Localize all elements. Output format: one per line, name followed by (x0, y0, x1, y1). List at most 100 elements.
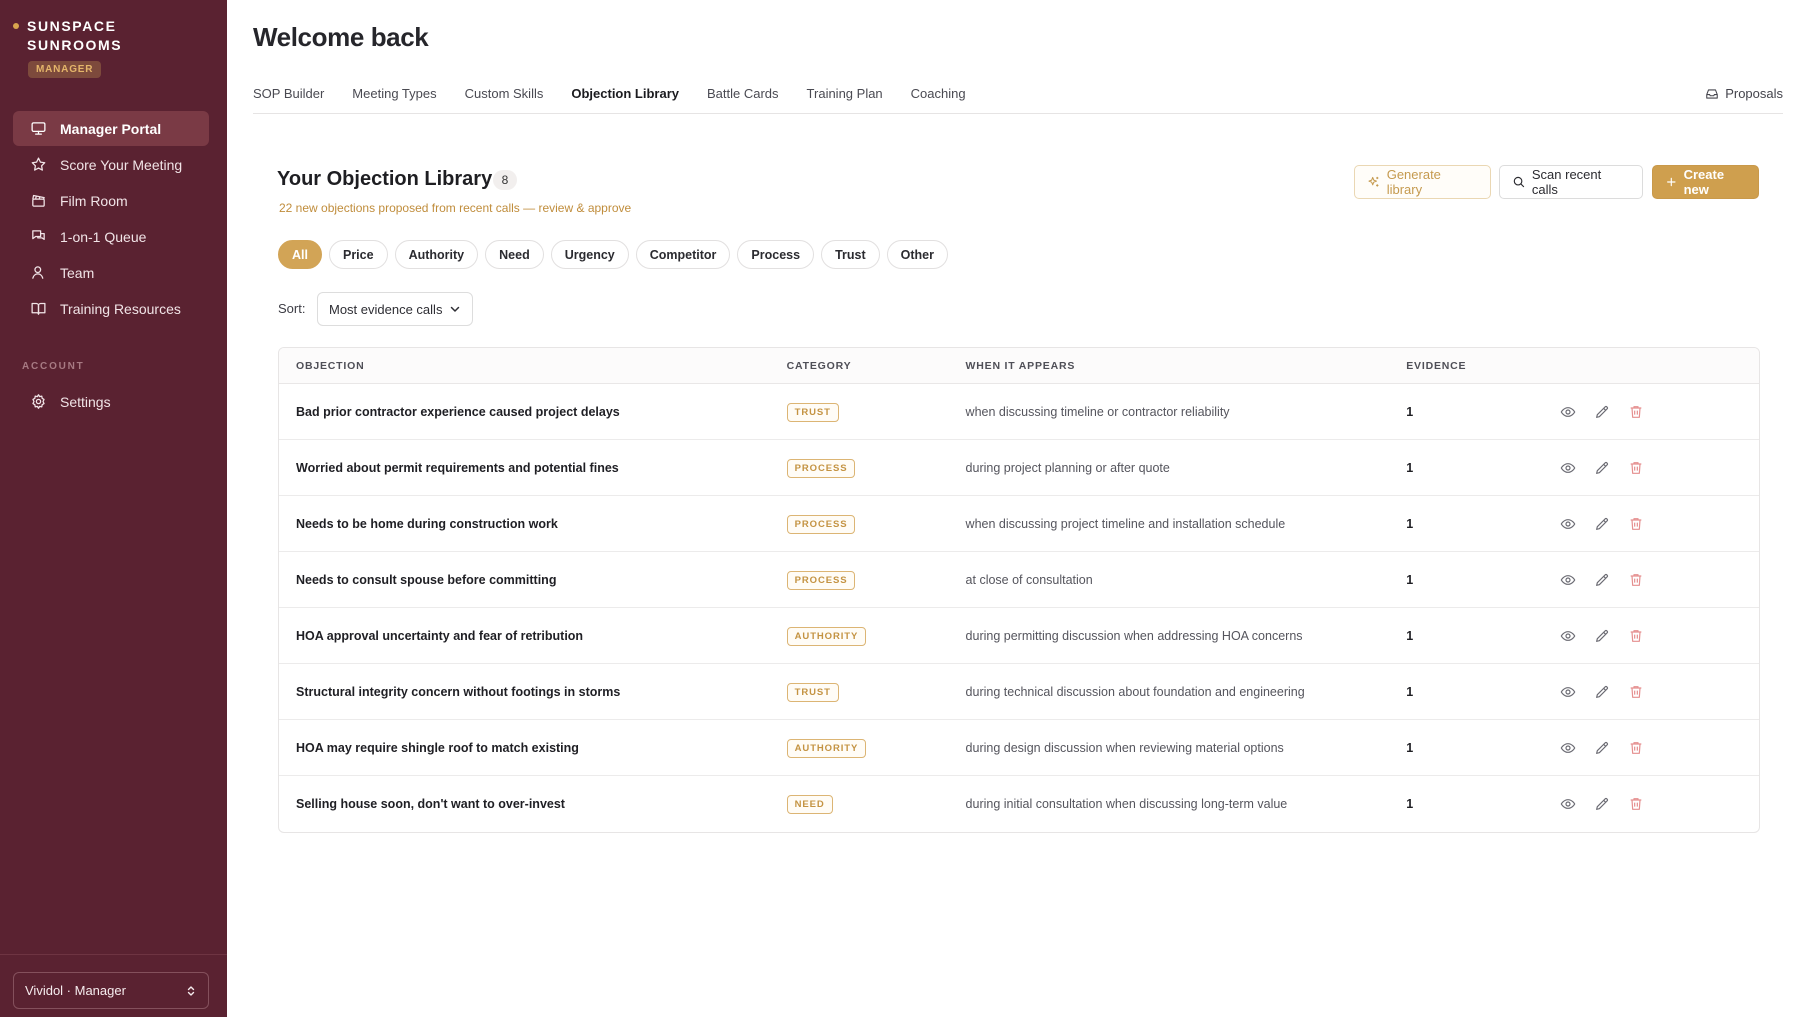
filter-chip-authority[interactable]: Authority (394, 240, 479, 269)
delete-button[interactable] (1627, 571, 1645, 589)
eye-icon (1560, 630, 1576, 641)
delete-button[interactable] (1627, 515, 1645, 533)
pencil-icon (1596, 573, 1609, 586)
objection-text: Selling house soon, don't want to over-i… (296, 797, 565, 811)
category-badge: TRUST (786, 682, 839, 702)
sidebar-item-label: Manager Portal (60, 120, 162, 137)
tab-coaching[interactable]: Coaching (911, 84, 966, 114)
page-title: Welcome back (253, 22, 429, 52)
filter-chip-process[interactable]: Process (737, 240, 815, 269)
view-button[interactable] (1559, 683, 1577, 701)
tab-divider (253, 113, 1783, 114)
tab-meeting-types[interactable]: Meeting Types (352, 84, 436, 114)
view-button[interactable] (1559, 459, 1577, 477)
objection-text: Bad prior contractor experience caused p… (296, 404, 620, 419)
search-icon (1513, 176, 1525, 188)
filter-chip-competitor[interactable]: Competitor (635, 240, 731, 269)
sidebar-item-1on1-queue[interactable]: 1-on-1 Queue (13, 219, 209, 254)
view-button[interactable] (1559, 627, 1577, 645)
account-section-label: ACCOUNT (22, 361, 85, 372)
table-header: OBJECTION CATEGORY WHEN IT APPEARS EVIDE… (279, 348, 1759, 384)
objection-text: Worried about permit requirements and po… (296, 460, 619, 475)
filter-chip-price[interactable]: Price (328, 240, 388, 269)
tab-bar: SOP Builder Meeting Types Custom Skills … (253, 84, 994, 114)
delete-button[interactable] (1627, 403, 1645, 421)
edit-button[interactable] (1593, 515, 1611, 533)
proposals-link[interactable]: Proposals (1705, 86, 1783, 101)
sort-dropdown[interactable]: Most evidence calls (317, 292, 473, 326)
table-row[interactable]: Needs to be home during construction wor… (279, 496, 1759, 552)
account-nav: Settings (13, 384, 209, 420)
tab-objection-library[interactable]: Objection Library (571, 84, 679, 114)
table-row[interactable]: Structural integrity concern without foo… (279, 664, 1759, 720)
edit-button[interactable] (1593, 403, 1611, 421)
account-switcher[interactable]: Vividol · Manager (13, 972, 209, 1009)
filter-chip-need[interactable]: Need (485, 240, 544, 269)
objection-text: HOA may require shingle roof to match ex… (296, 740, 579, 755)
table-row[interactable]: Bad prior contractor experience caused p… (279, 384, 1759, 440)
generate-library-button[interactable]: Generate library (1354, 165, 1491, 199)
sidebar-item-score-your-meeting[interactable]: Score Your Meeting (13, 147, 209, 182)
delete-button[interactable] (1627, 739, 1645, 757)
edit-button[interactable] (1593, 739, 1611, 757)
create-new-button[interactable]: Create new (1652, 165, 1759, 199)
view-button[interactable] (1559, 739, 1577, 757)
when-it-appears-text: during initial consultation when discuss… (965, 797, 1288, 811)
view-button[interactable] (1559, 515, 1577, 533)
filter-chip-other[interactable]: Other (886, 240, 948, 269)
gear-icon (32, 394, 45, 409)
tab-sop-builder[interactable]: SOP Builder (253, 84, 324, 114)
monitor-icon (31, 122, 46, 135)
column-header-when[interactable]: WHEN IT APPEARS (966, 360, 1407, 372)
sidebar-item-settings[interactable]: Settings (13, 384, 209, 419)
table-row[interactable]: Worried about permit requirements and po… (279, 440, 1759, 496)
filter-chip-urgency[interactable]: Urgency (550, 240, 629, 269)
sidebar-item-team[interactable]: Team (13, 255, 209, 290)
scan-recent-calls-button[interactable]: Scan recent calls (1499, 165, 1643, 199)
view-button[interactable] (1559, 795, 1577, 813)
sidebar-item-training-resources[interactable]: Training Resources (13, 291, 209, 326)
tab-custom-skills[interactable]: Custom Skills (465, 84, 544, 114)
filter-chip-trust[interactable]: Trust (821, 240, 880, 269)
eye-icon (1560, 518, 1576, 529)
category-filters: All Price Authority Need Urgency Competi… (278, 240, 955, 269)
table-row[interactable]: Selling house soon, don't want to over-i… (279, 776, 1759, 832)
edit-button[interactable] (1593, 459, 1611, 477)
edit-button[interactable] (1593, 683, 1611, 701)
category-badge: PROCESS (786, 458, 856, 478)
table-row[interactable]: HOA may require shingle roof to match ex… (279, 720, 1759, 776)
brand[interactable]: SUNSPACE SUNROOMS MANAGER (13, 17, 122, 78)
sidebar-item-film-room[interactable]: Film Room (13, 183, 209, 218)
delete-button[interactable] (1627, 459, 1645, 477)
sidebar-item-label: Training Resources (60, 300, 181, 317)
objection-text: Needs to consult spouse before committin… (296, 572, 557, 587)
chat-icon (32, 230, 45, 240)
delete-button[interactable] (1627, 627, 1645, 645)
column-header-category[interactable]: CATEGORY (787, 360, 966, 372)
sidebar: SUNSPACE SUNROOMS MANAGER Manager Portal… (0, 0, 227, 1017)
column-header-evidence[interactable]: EVIDENCE (1406, 360, 1559, 372)
book-icon (31, 302, 46, 315)
when-it-appears-text: during design discussion when reviewing … (965, 740, 1284, 755)
tab-training-plan[interactable]: Training Plan (807, 84, 883, 114)
tab-battle-cards[interactable]: Battle Cards (707, 84, 779, 114)
edit-button[interactable] (1593, 571, 1611, 589)
filter-chip-all[interactable]: All (278, 240, 322, 269)
edit-button[interactable] (1593, 627, 1611, 645)
category-badge: NEED (786, 795, 833, 814)
sidebar-item-manager-portal[interactable]: Manager Portal (13, 111, 209, 146)
view-button[interactable] (1559, 403, 1577, 421)
column-header-objection[interactable]: OBJECTION (279, 360, 787, 372)
table-row[interactable]: HOA approval uncertainty and fear of ret… (279, 608, 1759, 664)
edit-button[interactable] (1593, 795, 1611, 813)
delete-button[interactable] (1627, 795, 1645, 813)
proposals-label: Proposals (1725, 86, 1783, 101)
category-badge: AUTHORITY (786, 626, 867, 646)
delete-button[interactable] (1627, 683, 1645, 701)
table-row[interactable]: Needs to consult spouse before committin… (279, 552, 1759, 608)
sidebar-item-label: Film Room (60, 192, 128, 209)
proposed-objections-link[interactable]: 22 new objections proposed from recent c… (279, 201, 631, 215)
eye-icon (1560, 742, 1576, 753)
evidence-count: 1 (1406, 628, 1414, 643)
view-button[interactable] (1559, 571, 1577, 589)
